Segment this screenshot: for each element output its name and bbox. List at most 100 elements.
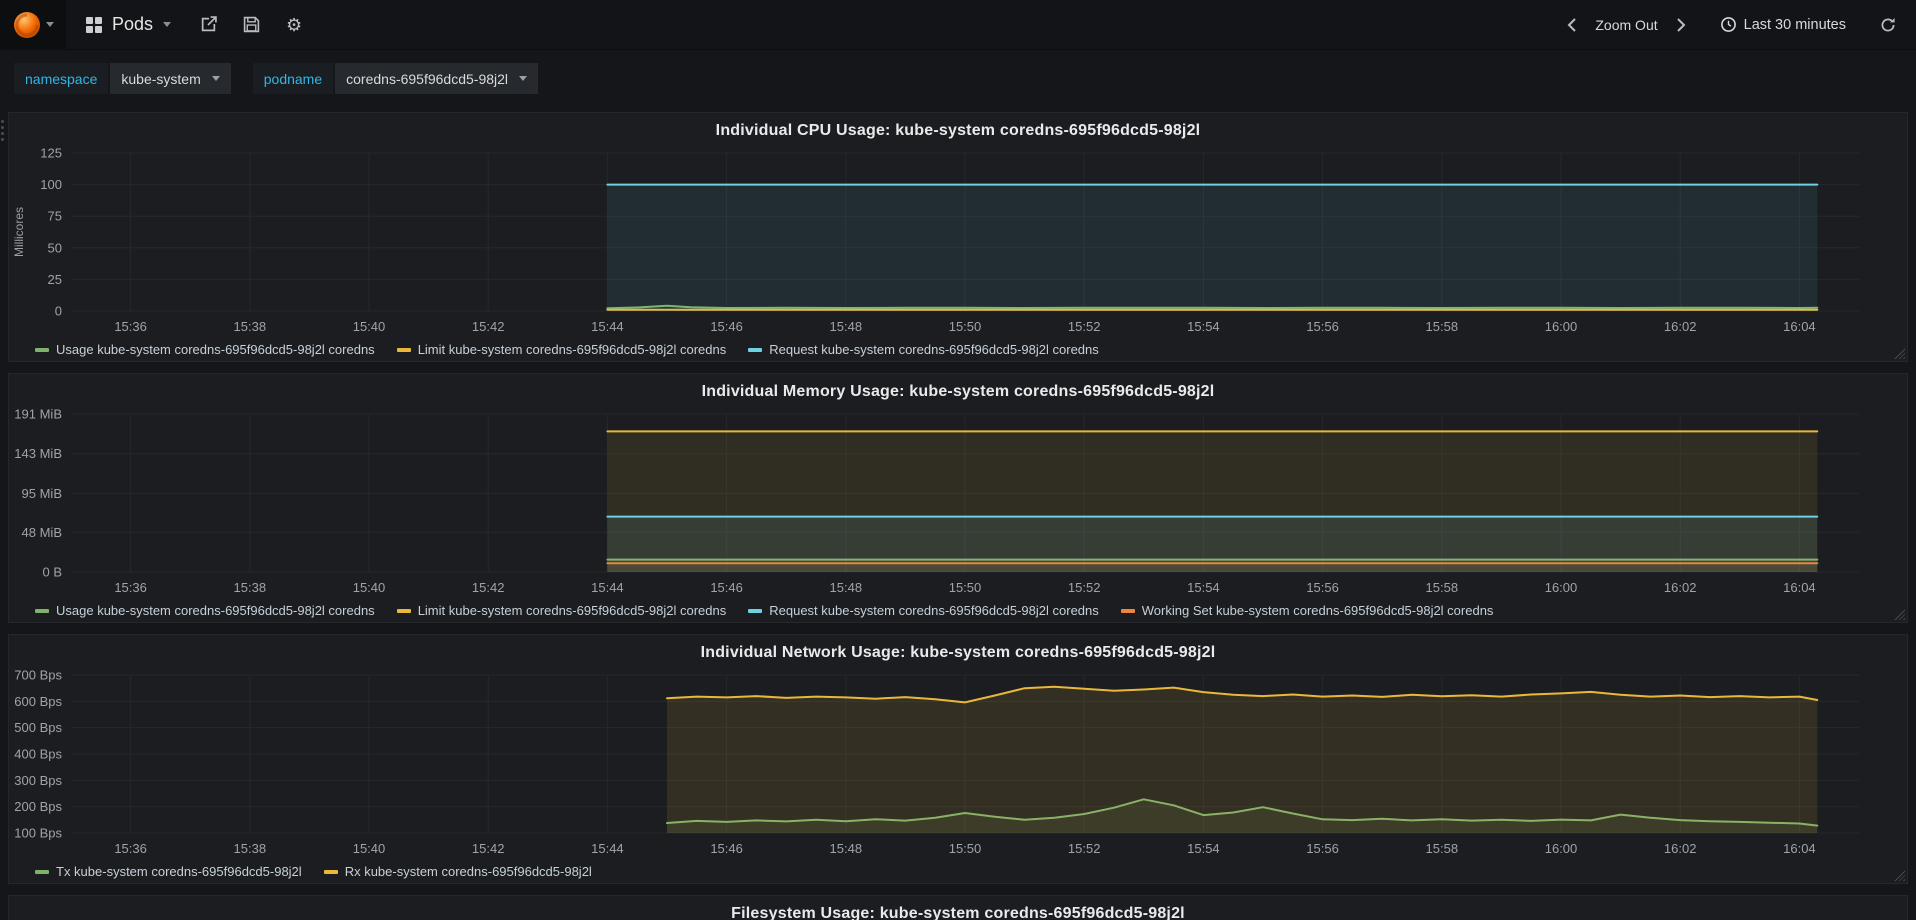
variable-namespace: namespace kube-system: [14, 63, 231, 94]
svg-text:15:42: 15:42: [472, 319, 505, 334]
svg-text:16:02: 16:02: [1664, 319, 1697, 334]
legend: Tx kube-system coredns-695f96dcd5-98j2l R…: [35, 864, 592, 879]
cpu-usage-chart[interactable]: 15:36 15:38 15:40 15:42 15:44 15:46 15:48 15:50…: [9, 145, 1905, 337]
save-button[interactable]: [230, 0, 273, 50]
legend-item-tx[interactable]: Tx kube-system coredns-695f96dcd5-98j2l: [35, 864, 302, 879]
template-variables: namespace kube-system podname coredns-69…: [0, 50, 1916, 106]
svg-text:25: 25: [48, 272, 62, 287]
svg-text:15:38: 15:38: [234, 580, 267, 595]
variable-namespace-value[interactable]: kube-system: [110, 63, 231, 94]
svg-text:15:52: 15:52: [1068, 841, 1101, 856]
refresh-icon: [1881, 17, 1895, 31]
legend-item-limit[interactable]: Limit kube-system coredns-695f96dcd5-98j…: [396, 342, 727, 357]
legend-series-name: Limit kube-system coredns-695f96dcd5-98j…: [417, 603, 727, 618]
dashboard-panels: Individual CPU Usage: kube-system coredn…: [0, 106, 1916, 920]
legend-color-swatch: [35, 608, 49, 613]
legend-series-name: Usage kube-system coredns-695f96dcd5-98j…: [56, 342, 375, 357]
gear-icon: ⚙: [286, 14, 303, 35]
legend-item-rx[interactable]: Rx kube-system coredns-695f96dcd5-98j2l: [323, 864, 592, 879]
legend-series-name: Request kube-system coredns-695f96dcd5-9…: [769, 603, 1099, 618]
svg-text:16:00: 16:00: [1545, 841, 1578, 856]
share-icon: [201, 16, 217, 32]
series-request: [606, 183, 1819, 311]
row-drag-handle[interactable]: [1, 120, 4, 141]
legend-item-working-set[interactable]: Working Set kube-system coredns-695f96dc…: [1120, 603, 1494, 618]
variable-podname-value[interactable]: coredns-695f96dcd5-98j2l: [335, 63, 539, 94]
settings-button[interactable]: ⚙: [273, 0, 315, 50]
svg-text:300 Bps: 300 Bps: [14, 773, 62, 788]
svg-text:100: 100: [40, 177, 62, 192]
svg-text:16:00: 16:00: [1545, 580, 1578, 595]
svg-text:15:40: 15:40: [353, 841, 386, 856]
svg-text:16:04: 16:04: [1783, 319, 1816, 334]
svg-text:15:56: 15:56: [1306, 841, 1339, 856]
svg-text:15:46: 15:46: [710, 319, 743, 334]
svg-text:16:04: 16:04: [1783, 841, 1816, 856]
zoom-out-button[interactable]: Zoom Out: [1587, 0, 1665, 50]
legend-color-swatch: [35, 347, 49, 352]
legend-item-usage[interactable]: Usage kube-system coredns-695f96dcd5-98j…: [35, 342, 375, 357]
panel-title[interactable]: Individual Network Usage: kube-system co…: [9, 635, 1907, 662]
panel-individual-network-usage: Individual Network Usage: kube-system co…: [8, 634, 1908, 884]
refresh-button[interactable]: [1872, 0, 1904, 50]
legend-item-request[interactable]: Request kube-system coredns-695f96dcd5-9…: [748, 603, 1099, 618]
svg-text:15:54: 15:54: [1187, 580, 1220, 595]
svg-text:191 MiB: 191 MiB: [14, 407, 62, 422]
legend-item-request[interactable]: Request kube-system coredns-695f96dcd5-9…: [748, 342, 1099, 357]
legend-series-name: Request kube-system coredns-695f96dcd5-9…: [769, 342, 1099, 357]
apps-grid-icon: [86, 16, 102, 33]
legend-color-swatch: [748, 608, 763, 613]
svg-text:95 MiB: 95 MiB: [22, 486, 62, 501]
svg-text:16:00: 16:00: [1545, 319, 1578, 334]
legend-series-name: Tx kube-system coredns-695f96dcd5-98j2l: [56, 864, 302, 879]
panel-resize-handle[interactable]: [1894, 870, 1905, 881]
svg-text:200 Bps: 200 Bps: [14, 799, 62, 814]
series-working-set: [606, 562, 1819, 572]
variable-podname-label: podname: [252, 63, 334, 94]
legend-series-name: Limit kube-system coredns-695f96dcd5-98j…: [417, 342, 727, 357]
memory-usage-chart[interactable]: 15:36 15:38 15:40 15:42 15:44 15:46 15:48 15:50…: [9, 406, 1905, 598]
dashboard-picker[interactable]: Pods: [66, 0, 187, 50]
dashboard-caret-icon: [163, 22, 172, 27]
share-button[interactable]: [187, 0, 230, 50]
variable-podname-current: coredns-695f96dcd5-98j2l: [346, 70, 509, 87]
time-shift-left-button[interactable]: [1557, 0, 1587, 50]
svg-text:15:38: 15:38: [234, 841, 267, 856]
svg-text:15:38: 15:38: [234, 319, 267, 334]
grafana-main-menu[interactable]: [0, 0, 66, 50]
legend-series-name: Working Set kube-system coredns-695f96dc…: [1141, 603, 1494, 618]
legend-item-usage[interactable]: Usage kube-system coredns-695f96dcd5-98j…: [35, 603, 375, 618]
panel-title[interactable]: Filesystem Usage: kube-system coredns-69…: [9, 896, 1907, 920]
panel-resize-handle[interactable]: [1894, 348, 1905, 359]
svg-text:15:36: 15:36: [114, 580, 147, 595]
legend-color-swatch: [35, 869, 49, 874]
svg-text:15:46: 15:46: [710, 580, 743, 595]
panel-resize-handle[interactable]: [1894, 609, 1905, 620]
legend-color-swatch: [1120, 608, 1135, 613]
svg-text:15:52: 15:52: [1068, 580, 1101, 595]
time-range-button[interactable]: Last 30 minutes: [1712, 0, 1854, 50]
chevron-right-icon: [1676, 17, 1686, 32]
svg-text:15:58: 15:58: [1426, 580, 1459, 595]
save-icon: [243, 16, 260, 33]
panel-title[interactable]: Individual Memory Usage: kube-system cor…: [9, 374, 1907, 401]
svg-text:500 Bps: 500 Bps: [14, 720, 62, 735]
svg-text:15:54: 15:54: [1187, 319, 1220, 334]
svg-text:75: 75: [48, 209, 62, 224]
svg-text:50: 50: [48, 240, 62, 255]
grafana-logo-icon: [14, 11, 40, 38]
time-shift-right-button[interactable]: [1666, 0, 1696, 50]
time-controls: Zoom Out Last 30 minutes: [1557, 0, 1916, 50]
svg-text:15:44: 15:44: [591, 841, 624, 856]
svg-text:0: 0: [55, 304, 62, 319]
svg-text:700 Bps: 700 Bps: [14, 668, 62, 683]
svg-text:15:36: 15:36: [114, 319, 147, 334]
panel-title[interactable]: Individual CPU Usage: kube-system coredn…: [9, 113, 1907, 140]
svg-text:15:46: 15:46: [710, 841, 743, 856]
legend-item-limit[interactable]: Limit kube-system coredns-695f96dcd5-98j…: [396, 603, 727, 618]
svg-text:15:50: 15:50: [949, 841, 982, 856]
network-usage-chart[interactable]: 15:36 15:38 15:40 15:42 15:44 15:46 15:48 15:50…: [9, 667, 1905, 859]
svg-text:125: 125: [40, 146, 62, 161]
chevron-left-icon: [1567, 17, 1577, 32]
time-range-label: Last 30 minutes: [1743, 16, 1846, 33]
